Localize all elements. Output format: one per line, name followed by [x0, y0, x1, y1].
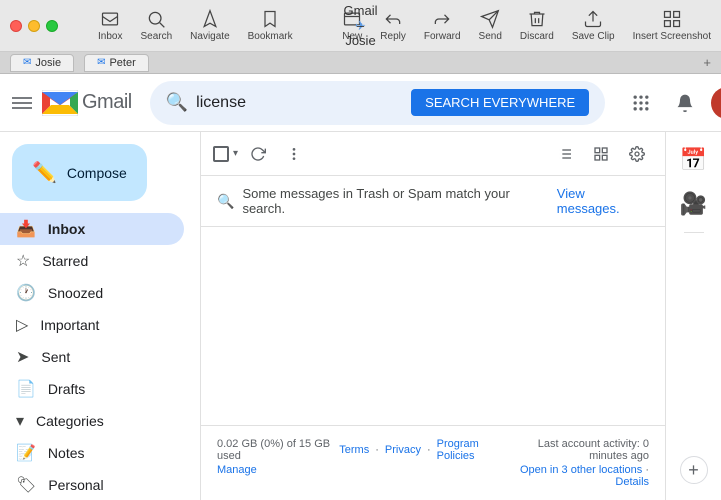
sidebar-item-drafts[interactable]: 📄 Drafts — [0, 373, 184, 405]
categories-icon: ▾ — [16, 411, 24, 431]
open-locations-link[interactable]: Open in 3 other locations — [520, 464, 642, 476]
tab-josie[interactable]: ✉ Josie — [10, 54, 74, 72]
toolbar-search[interactable]: Search — [140, 9, 172, 42]
important-icon: ▷ — [16, 315, 28, 335]
sidebar: ✏️ Compose 📥 Inbox ☆ Starred 🕐 Snoozed ▷… — [0, 132, 200, 500]
sidebar-item-starred[interactable]: ☆ Starred — [0, 245, 184, 277]
sent-icon: ➤ — [16, 347, 29, 367]
search-bar[interactable]: 🔍 SEARCH EVERYWHERE — [150, 81, 605, 125]
top-nav: Gmail 🔍 SEARCH EVERYWHERE J — [0, 74, 721, 132]
search-bar-icon: 🔍 — [166, 92, 188, 113]
main-toolbar: ▾ — [201, 132, 665, 176]
terms-link[interactable]: Terms — [339, 444, 369, 456]
gmail-logo-text: Gmail — [82, 91, 132, 114]
star-icon: ☆ — [16, 251, 30, 271]
main-panel: ▾ — [200, 132, 665, 500]
tab-bar: ✉ Josie ✉ Peter + — [0, 52, 721, 74]
hamburger-button[interactable] — [12, 85, 32, 121]
drafts-icon: 📄 — [16, 379, 36, 399]
add-tab-button[interactable]: + — [703, 55, 711, 70]
sidebar-item-important[interactable]: ▷ Important — [0, 309, 184, 341]
notifications-button[interactable] — [667, 85, 703, 121]
traffic-lights — [10, 20, 58, 32]
notes-icon: 📝 — [16, 443, 36, 463]
toolbar-send[interactable]: Send — [479, 9, 502, 42]
minimize-button[interactable] — [28, 20, 40, 32]
right-panel-divider — [684, 232, 704, 233]
info-banner: 🔍 Some messages in Trash or Spam match y… — [201, 176, 665, 227]
refresh-button[interactable] — [242, 138, 274, 170]
toolbar-forward[interactable]: Forward — [424, 9, 461, 42]
personal-icon: 🏷 — [16, 475, 36, 495]
gmail-logo: Gmail — [42, 90, 132, 116]
sidebar-item-snoozed[interactable]: 🕐 Snoozed — [0, 277, 184, 309]
meet-icon[interactable]: 🎥 — [674, 184, 714, 224]
gmail-app: Gmail 🔍 SEARCH EVERYWHERE J ✏️ Compose — [0, 74, 721, 500]
window-title: Gmail – Josie — [344, 3, 378, 48]
compose-icon: ✏️ — [32, 160, 57, 185]
more-options-button[interactable] — [278, 138, 310, 170]
add-app-button[interactable]: + — [680, 456, 708, 484]
footer-right: Last account activity: 0 minutes ago Ope… — [497, 438, 649, 488]
email-list[interactable] — [201, 227, 665, 425]
maximize-button[interactable] — [46, 20, 58, 32]
select-dropdown-icon[interactable]: ▾ — [233, 148, 238, 159]
toolbar-navigate[interactable]: Navigate — [190, 9, 229, 42]
close-button[interactable] — [10, 20, 22, 32]
sidebar-item-inbox[interactable]: 📥 Inbox — [0, 213, 184, 245]
sidebar-item-sent[interactable]: ➤ Sent — [0, 341, 184, 373]
compose-button[interactable]: ✏️ Compose — [12, 144, 147, 201]
storage-text: 0.02 GB (0%) of 15 GB used — [217, 438, 339, 462]
info-banner-text: Some messages in Trash or Spam match you… — [242, 186, 548, 216]
toolbar-right — [549, 138, 653, 170]
search-everywhere-button[interactable]: SEARCH EVERYWHERE — [411, 89, 589, 116]
top-nav-right: J — [623, 85, 721, 121]
footer: 0.02 GB (0%) of 15 GB used Manage Terms … — [201, 425, 665, 500]
toolbar-inbox[interactable]: Inbox — [98, 9, 122, 42]
tab-peter-icon: ✉ — [97, 57, 105, 68]
footer-left: 0.02 GB (0%) of 15 GB used Manage — [217, 438, 339, 476]
privacy-link[interactable]: Privacy — [385, 444, 421, 456]
sidebar-item-notes[interactable]: 📝 Notes — [0, 437, 184, 469]
info-icon: 🔍 — [217, 193, 234, 210]
toolbar: Inbox Search Navigate Bookmark — [98, 9, 293, 42]
toolbar-save-clip[interactable]: Save Clip — [572, 9, 615, 42]
view-toggle-button[interactable] — [549, 138, 581, 170]
view-messages-link[interactable]: View messages. — [557, 186, 649, 216]
gmail-logo-svg — [42, 90, 78, 116]
calendar-icon[interactable]: 📅 — [674, 140, 714, 180]
tab-josie-icon: ✉ — [23, 57, 31, 68]
sidebar-item-personal[interactable]: 🏷 Personal — [0, 469, 184, 500]
select-all-area: ▾ — [213, 146, 238, 162]
details-link[interactable]: Details — [615, 476, 649, 488]
sidebar-item-categories[interactable]: ▾ Categories — [0, 405, 184, 437]
density-button[interactable] — [585, 138, 617, 170]
toolbar-bookmark[interactable]: Bookmark — [248, 9, 293, 42]
snooze-icon: 🕐 — [16, 283, 36, 303]
last-activity-text: Last account activity: 0 minutes ago — [497, 438, 649, 462]
tab-peter[interactable]: ✉ Peter — [84, 54, 149, 72]
settings-button[interactable] — [621, 138, 653, 170]
inbox-icon: 📥 — [16, 219, 36, 239]
select-all-checkbox[interactable] — [213, 146, 229, 162]
toolbar-insert-screenshot[interactable]: Insert Screenshot — [633, 9, 711, 42]
avatar[interactable]: J — [711, 87, 721, 119]
apps-button[interactable] — [623, 85, 659, 121]
search-input[interactable] — [196, 94, 403, 112]
toolbar-reply[interactable]: Reply — [380, 9, 406, 42]
program-policies-link[interactable]: Program Policies — [437, 438, 497, 462]
titlebar: Inbox Search Navigate Bookmark ✈ Gmail –… — [0, 0, 721, 52]
manage-link[interactable]: Manage — [217, 464, 339, 476]
right-panel: 📅 🎥 + — [665, 132, 721, 500]
toolbar-discard[interactable]: Discard — [520, 9, 554, 42]
app-body: ✏️ Compose 📥 Inbox ☆ Starred 🕐 Snoozed ▷… — [0, 132, 721, 500]
